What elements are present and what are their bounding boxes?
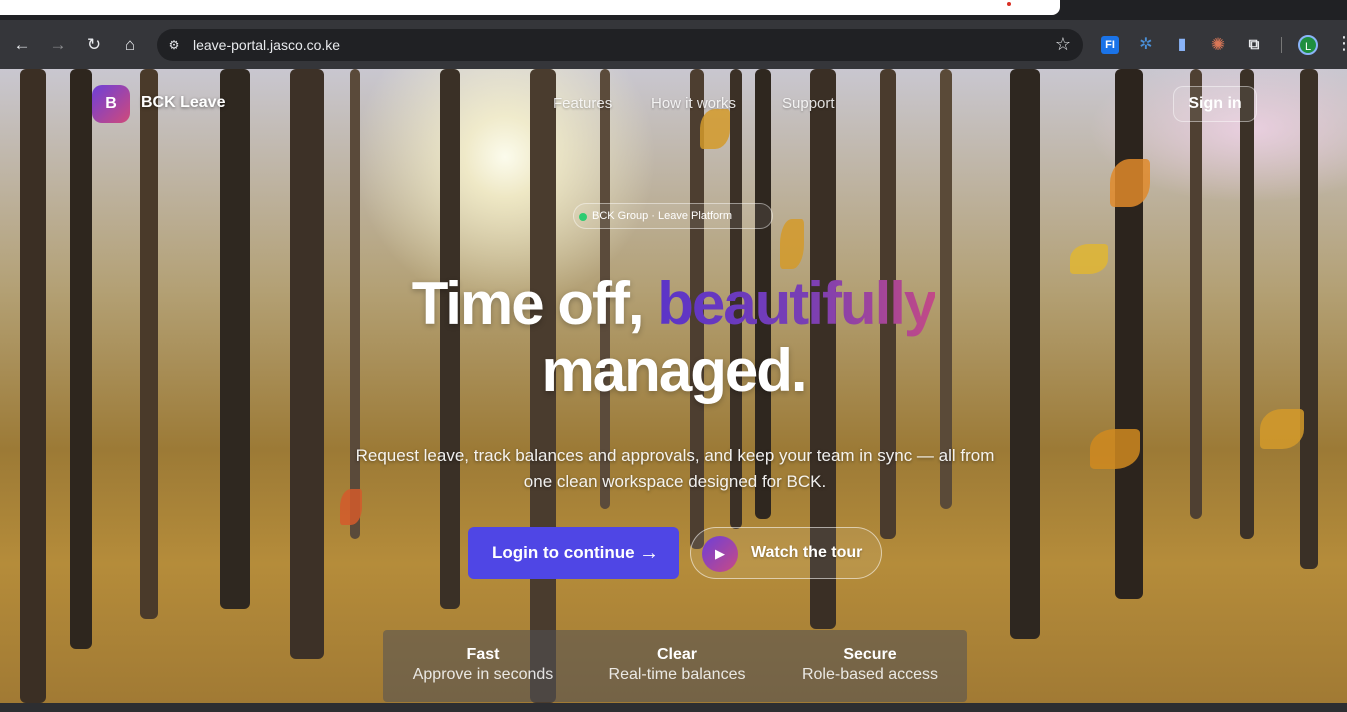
platform-badge: BCK Group · Leave Platform: [573, 203, 773, 229]
stat-secure: Secure Role-based access: [780, 646, 960, 684]
fi-extension-icon[interactable]: FI: [1101, 36, 1119, 54]
extensions-puzzle-icon[interactable]: ⧉: [1245, 36, 1263, 54]
stat-description: Role-based access: [801, 666, 939, 683]
stat-title: Secure: [843, 646, 897, 663]
hero-subtitle: Request leave, track balances and approv…: [355, 446, 995, 491]
leaf-decoration: [700, 109, 730, 149]
platform-badge-label: BCK Group · Leave Platform: [592, 210, 733, 222]
hero-headline-line1: Time off, beautifully: [0, 269, 1347, 338]
tab-strip: [0, 0, 1347, 20]
profile-avatar[interactable]: L: [1298, 35, 1318, 55]
headline-part1: Time off,: [411, 270, 658, 337]
hero-headline-line2: managed.: [541, 337, 807, 404]
stat-description: Approve in seconds: [412, 666, 554, 683]
address-bar[interactable]: ⚙ leave-portal.jasco.co.ke ☆: [157, 29, 1083, 61]
nav-support[interactable]: Support: [782, 95, 835, 112]
leaf-decoration: [1260, 409, 1304, 449]
browser-toolbar: ← → ↻ ⌂ ⚙ leave-portal.jasco.co.ke ☆ FI …: [0, 20, 1347, 69]
stat-description: Real-time balances: [608, 666, 746, 683]
forward-icon[interactable]: →: [45, 32, 71, 58]
login-button-label: Login to continue: [492, 543, 635, 562]
home-icon[interactable]: ⌂: [117, 32, 143, 58]
nav-features[interactable]: Features: [553, 95, 612, 112]
leaf-decoration: [780, 219, 804, 269]
watch-tour-label: Watch the tour: [751, 544, 863, 561]
stat-fast: Fast Approve in seconds: [393, 646, 573, 684]
arrow-right-icon: →: [639, 542, 659, 564]
leaf-decoration: [1090, 429, 1140, 469]
headline-accent: beautifully: [657, 270, 937, 337]
site-info-icon[interactable]: ⚙: [165, 36, 183, 54]
brand-logo[interactable]: B: [92, 85, 130, 123]
docs-extension-icon[interactable]: ▮: [1173, 36, 1191, 54]
url-text[interactable]: leave-portal.jasco.co.ke: [193, 37, 340, 53]
claude-extension-icon[interactable]: ✺: [1209, 36, 1227, 54]
taskbar-edge: [0, 703, 1347, 712]
stat-clear: Clear Real-time balances: [587, 646, 767, 684]
reload-icon[interactable]: ↻: [81, 32, 107, 58]
login-button[interactable]: Login to continue →: [468, 527, 679, 579]
nav-how-it-works[interactable]: How it works: [651, 95, 736, 112]
sign-in-button[interactable]: Sign in: [1173, 86, 1257, 122]
play-icon: ▶: [702, 536, 738, 572]
hero-section: B BCK Leave Features How it works Suppor…: [0, 69, 1347, 703]
active-tab[interactable]: [0, 0, 1060, 15]
bookmark-star-icon[interactable]: ☆: [1055, 34, 1071, 55]
recording-dot: [1007, 2, 1011, 6]
back-icon[interactable]: ←: [9, 32, 35, 58]
puzzle-blue-extension-icon[interactable]: ✲: [1137, 36, 1155, 54]
menu-kebab-icon[interactable]: ⋮: [1335, 33, 1347, 54]
leaf-decoration: [1110, 159, 1150, 207]
stat-title: Clear: [656, 646, 698, 663]
watch-tour-button[interactable]: ▶ Watch the tour: [690, 527, 882, 579]
feature-stats-panel: Fast Approve in seconds Clear Real-time …: [383, 630, 967, 702]
stat-title: Fast: [466, 646, 500, 663]
status-dot-icon: [579, 213, 587, 221]
toolbar-divider: [1281, 37, 1282, 53]
brand-name[interactable]: BCK Leave: [141, 94, 225, 112]
